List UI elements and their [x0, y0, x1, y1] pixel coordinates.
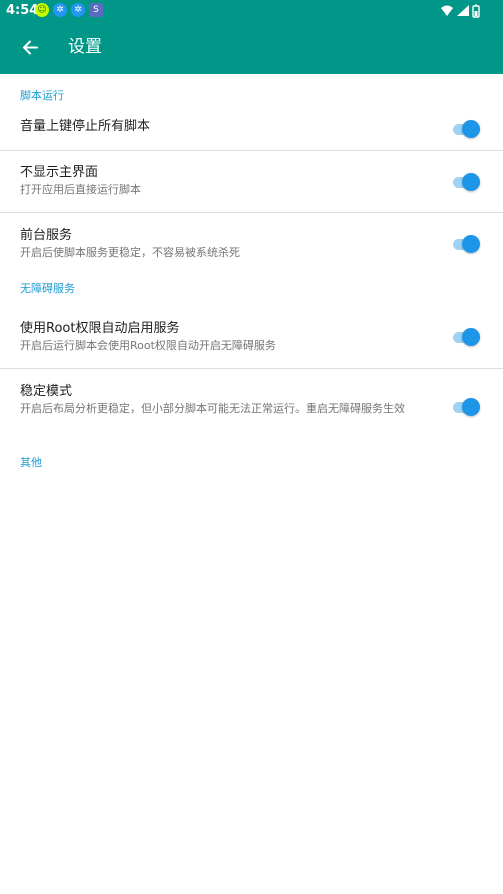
status-icons	[440, 3, 495, 18]
switch-thumb	[462, 172, 480, 191]
back-button[interactable]	[12, 29, 49, 66]
switch-thumb	[462, 234, 480, 253]
section-header-script-run: 脚本运行	[20, 89, 64, 102]
bluetooth-icon-2: ✲	[71, 3, 85, 17]
hide-main-switch[interactable]	[453, 172, 480, 192]
switch-thumb	[462, 398, 480, 416]
section-header-accessibility: 无障碍服务	[20, 282, 75, 295]
section-header-other: 其他	[20, 456, 42, 469]
status-time: 4:54	[6, 3, 39, 18]
page-title: 设置	[68, 37, 102, 57]
foreground-service-switch[interactable]	[453, 234, 480, 254]
status-bar: 4:54 ☺ ✲ ✲ S	[0, 0, 503, 21]
cellular-signal-icon	[457, 5, 469, 16]
pref-foreground-service[interactable]: 前台服务 开启后使脚本服务更稳定，不容易被系统杀死	[0, 213, 503, 274]
app-notification-icon: ☺	[35, 3, 49, 17]
bluetooth-icon: ✲	[53, 3, 67, 17]
pref-title: 前台服务	[20, 228, 73, 243]
app-icon: S	[89, 3, 103, 17]
pref-summary: 打开应用后直接运行脚本	[20, 183, 141, 196]
settings-list: 脚本运行 音量上键停止所有脚本 不显示主界面 打开应用后直接运行脚本 前台服务 …	[0, 74, 503, 478]
pref-title: 音量上键停止所有脚本	[20, 119, 151, 134]
root-enable-switch[interactable]	[453, 327, 480, 347]
volume-stop-switch[interactable]	[453, 119, 480, 139]
pref-volume-stop[interactable]: 音量上键停止所有脚本	[0, 107, 503, 151]
arrow-back-icon	[23, 40, 38, 55]
switch-thumb	[462, 327, 480, 346]
pref-summary: 开启后布局分析更稳定，但小部分脚本可能无法正常运行。重启无障碍服务生效	[20, 402, 405, 415]
system-status-icons	[441, 4, 480, 18]
battery-icon	[472, 4, 480, 18]
pref-stable-mode[interactable]: 稳定模式 开启后布局分析更稳定，但小部分脚本可能无法正常运行。重启无障碍服务生效	[0, 369, 503, 445]
pref-root-enable[interactable]: 使用Root权限自动启用服务 开启后运行脚本会使用Root权限自动开启无障碍服务	[0, 305, 503, 369]
pref-summary: 开启后运行脚本会使用Root权限自动开启无障碍服务	[20, 339, 276, 352]
pref-title: 使用Root权限自动启用服务	[20, 321, 180, 336]
wifi-icon	[441, 5, 453, 16]
pref-title: 稳定模式	[20, 384, 73, 399]
pref-summary: 开启后使脚本服务更稳定，不容易被系统杀死	[20, 246, 240, 259]
stable-mode-switch[interactable]	[453, 397, 480, 417]
app-toolbar: 设置	[0, 21, 503, 74]
pref-title: 不显示主界面	[20, 165, 99, 180]
switch-thumb	[462, 119, 480, 138]
pref-hide-main[interactable]: 不显示主界面 打开应用后直接运行脚本	[0, 151, 503, 213]
